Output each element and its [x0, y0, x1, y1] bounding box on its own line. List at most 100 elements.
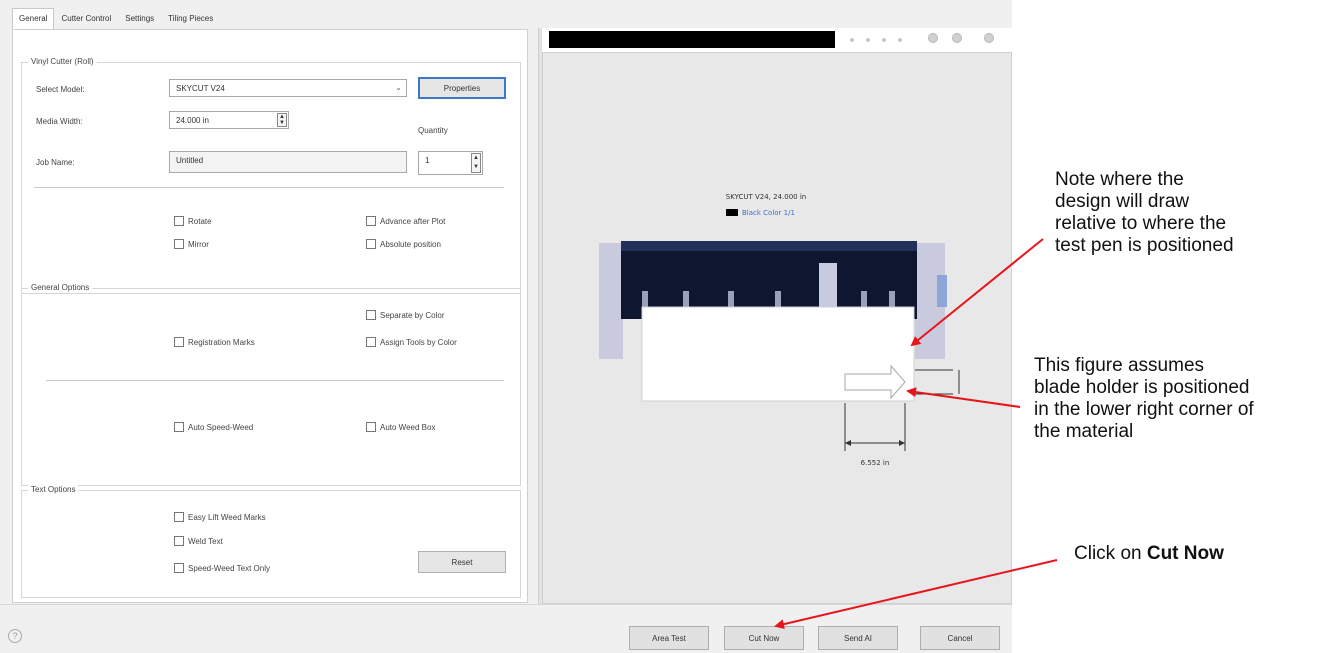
machine-top	[621, 241, 917, 251]
divider	[34, 187, 504, 188]
checkbox-box[interactable]	[174, 512, 184, 522]
note-line: design will draw	[1055, 191, 1190, 212]
checkbox-box[interactable]	[174, 337, 184, 347]
rotate-checkbox[interactable]: Rotate	[174, 215, 212, 227]
checkbox-box[interactable]	[366, 310, 376, 320]
select-model-label: Select Model:	[36, 85, 85, 94]
vinyl-cutter-group-title: Vinyl Cutter (Roll)	[28, 57, 97, 66]
help-icon[interactable]: ?	[8, 629, 22, 643]
auto-weed-box-label: Auto Weed Box	[380, 422, 436, 432]
cutter-dialog: General Cutter Control Settings Tiling P…	[0, 0, 1012, 653]
dot-icon	[882, 38, 886, 42]
general-tab-panel: Vinyl Cutter (Roll) Select Model: SKYCUT…	[12, 29, 528, 603]
send-ai-button[interactable]: Send AI	[818, 626, 898, 650]
pinch-roller	[642, 291, 648, 309]
checkbox-box[interactable]	[366, 216, 376, 226]
tab-tiling-pieces[interactable]: Tiling Pieces	[161, 8, 220, 30]
cancel-button[interactable]: Cancel	[920, 626, 1000, 650]
spin-arrows-icon[interactable]: ▲ ▼	[277, 113, 287, 127]
machine-caption: SKYCUT V24, 24.000 in	[726, 193, 806, 201]
note-click-cut-now: Click on Cut Now	[1074, 543, 1224, 565]
cut-preview-area: SKYCUT V24, 24.000 in Black Color 1/1 6.…	[542, 52, 1012, 604]
dot-icon	[866, 38, 870, 42]
cut-now-button[interactable]: Cut Now	[724, 626, 804, 650]
tab-cutter-control[interactable]: Cutter Control	[54, 8, 118, 30]
machine-panel	[937, 275, 947, 307]
spin-arrows-icon[interactable]: ▲ ▼	[471, 153, 481, 173]
job-name-field[interactable]: Untitled	[169, 151, 407, 173]
zoom-in-icon[interactable]	[928, 33, 938, 43]
checkbox-box[interactable]	[174, 536, 184, 546]
mirror-label: Mirror	[188, 239, 209, 249]
area-test-button[interactable]: Area Test	[629, 626, 709, 650]
zoom-out-icon[interactable]	[952, 33, 962, 43]
note-line: This figure assumes	[1034, 355, 1205, 376]
checkbox-box[interactable]	[366, 422, 376, 432]
dimension-label: 6.552 in	[861, 459, 890, 467]
checkbox-box[interactable]	[366, 239, 376, 249]
tab-general[interactable]: General	[12, 8, 55, 30]
separate-by-color-checkbox[interactable]: Separate by Color	[366, 309, 444, 321]
general-options-group: General Options Separate by Color Regist…	[21, 283, 521, 486]
general-options-group-title: General Options	[28, 283, 93, 292]
media-width-label: Media Width:	[36, 117, 83, 126]
weld-text-label: Weld Text	[188, 536, 223, 546]
pinch-roller	[683, 291, 689, 309]
easy-lift-weed-marks-label: Easy Lift Weed Marks	[188, 512, 266, 522]
checkbox-box[interactable]	[174, 563, 184, 573]
note-line: test pen is positioned	[1055, 235, 1234, 256]
note-bold: Cut Now	[1146, 543, 1224, 564]
color-swatch	[726, 209, 738, 216]
properties-button[interactable]: Properties	[418, 77, 506, 99]
machine-left-side	[599, 243, 623, 359]
quantity-label: Quantity	[418, 126, 448, 135]
mirror-checkbox[interactable]: Mirror	[174, 238, 209, 250]
dot-icon	[850, 38, 854, 42]
dot-icon	[898, 38, 902, 42]
reset-button[interactable]: Reset	[418, 551, 506, 573]
speed-weed-text-only-label: Speed-Weed Text Only	[188, 563, 270, 573]
checkbox-box[interactable]	[174, 422, 184, 432]
separate-by-color-label: Separate by Color	[380, 310, 445, 320]
weld-text-checkbox[interactable]: Weld Text	[174, 535, 223, 547]
tab-settings[interactable]: Settings	[118, 8, 161, 30]
absolute-position-label: Absolute position	[380, 239, 441, 249]
registration-marks-label: Registration Marks	[188, 337, 255, 347]
absolute-position-checkbox[interactable]: Absolute position	[366, 238, 441, 250]
speed-weed-text-only-checkbox[interactable]: Speed-Weed Text Only	[174, 562, 270, 574]
chevron-down-icon: ⌄	[395, 83, 402, 92]
media-width-stepper[interactable]: 24.000 in ▲ ▼	[169, 111, 289, 129]
checkbox-box[interactable]	[174, 239, 184, 249]
pinch-roller	[861, 291, 867, 309]
advance-after-plot-checkbox[interactable]: Advance after Plot	[366, 215, 445, 227]
easy-lift-weed-marks-checkbox[interactable]: Easy Lift Weed Marks	[174, 511, 266, 523]
checkbox-box[interactable]	[174, 216, 184, 226]
note-line: in the lower right corner of	[1034, 399, 1254, 420]
assign-tools-by-color-label: Assign Tools by Color	[380, 337, 457, 347]
divider	[46, 380, 504, 381]
note-line: blade holder is positioned	[1034, 377, 1250, 398]
pinch-roller	[775, 291, 781, 309]
pinch-roller	[889, 291, 895, 309]
preview-canvas: SKYCUT V24, 24.000 in Black Color 1/1 6.…	[599, 193, 960, 467]
job-name-label: Job Name:	[36, 158, 75, 167]
registration-marks-checkbox[interactable]: Registration Marks	[174, 336, 255, 348]
select-model-dropdown[interactable]: SKYCUT V24 ⌄	[169, 79, 407, 97]
auto-weed-box-checkbox[interactable]: Auto Weed Box	[366, 421, 435, 433]
select-model-value: SKYCUT V24	[176, 84, 225, 93]
quantity-stepper[interactable]: 1 ▲ ▼	[418, 151, 483, 175]
color-legend: Black Color 1/1	[742, 209, 795, 217]
advance-after-plot-label: Advance after Plot	[380, 216, 446, 226]
assign-tools-by-color-checkbox[interactable]: Assign Tools by Color	[366, 336, 457, 348]
vinyl-cutter-group: Vinyl Cutter (Roll) Select Model: SKYCUT…	[21, 57, 521, 294]
tab-bar: General Cutter Control Settings Tiling P…	[12, 8, 220, 30]
rotate-label: Rotate	[188, 216, 212, 226]
dimension-arrow-icon	[845, 440, 851, 446]
pinch-roller	[728, 291, 734, 309]
note-design-position: Note where the design will draw relative…	[1055, 169, 1234, 257]
text-options-group: Text Options Easy Lift Weed Marks Weld T…	[21, 485, 521, 598]
zoom-fit-icon[interactable]	[984, 33, 994, 43]
auto-speed-weed-checkbox[interactable]: Auto Speed-Weed	[174, 421, 253, 433]
checkbox-box[interactable]	[366, 337, 376, 347]
preview-title-bar	[549, 31, 835, 48]
